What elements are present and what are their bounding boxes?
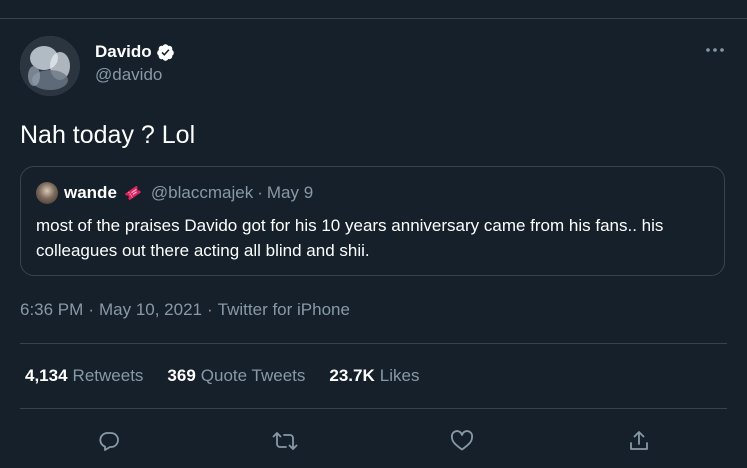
quoted-tweet-header: wande @blaccmajek · May 9 — [36, 181, 313, 205]
tweet-stats: 4,134 Retweets 369 Quote Tweets 23.7K Li… — [25, 366, 443, 386]
verified-badge-icon — [156, 43, 175, 62]
quoted-tweet-text: most of the praises Davido got for his 1… — [36, 216, 664, 260]
quote-tweets-count: 369 — [167, 366, 196, 385]
quoted-separator: · — [257, 183, 263, 202]
author-avatar[interactable] — [20, 36, 80, 96]
meta-separator: · — [88, 300, 94, 319]
retweets-label: Retweets — [72, 366, 144, 385]
top-divider — [0, 18, 747, 19]
likes-label: Likes — [379, 366, 420, 385]
quoted-tweet-date: May 9 — [266, 183, 314, 202]
share-icon[interactable] — [625, 427, 653, 455]
quoted-author-handle: @blaccmajek — [150, 183, 254, 202]
author-display-name[interactable]: Davido — [95, 42, 152, 62]
author-block[interactable]: Davido @davido — [95, 42, 175, 85]
quote-tweets-label: Quote Tweets — [200, 366, 306, 385]
author-handle[interactable]: @davido — [95, 65, 175, 85]
quoted-tweet-card[interactable]: wande @blaccmajek · May 9 most of the pr… — [20, 166, 725, 276]
tweet-date[interactable]: May 10, 2021 — [99, 300, 202, 320]
tweet-time[interactable]: 6:36 PM — [20, 300, 83, 320]
retweet-icon[interactable] — [271, 427, 299, 455]
more-horizontal-icon[interactable] — [702, 40, 728, 60]
retweets-count: 4,134 — [25, 366, 68, 385]
divider — [20, 408, 727, 409]
reply-icon[interactable] — [95, 427, 123, 455]
retweets-stat[interactable]: 4,134 Retweets — [25, 366, 143, 386]
ticket-icon — [123, 183, 143, 203]
tweet-source[interactable]: Twitter for iPhone — [218, 300, 350, 320]
divider — [20, 343, 727, 344]
quoted-author-avatar — [36, 182, 58, 204]
like-icon[interactable] — [448, 427, 476, 455]
likes-count: 23.7K — [329, 366, 375, 385]
quote-tweets-stat[interactable]: 369 Quote Tweets — [167, 366, 305, 386]
likes-stat[interactable]: 23.7K Likes — [329, 366, 419, 386]
quoted-author-name: wande — [64, 183, 117, 202]
tweet-text: Nah today ? Lol — [20, 121, 196, 149]
tweet-meta: 6:36 PM · May 10, 2021 · Twitter for iPh… — [20, 300, 350, 320]
meta-separator: · — [207, 300, 213, 319]
